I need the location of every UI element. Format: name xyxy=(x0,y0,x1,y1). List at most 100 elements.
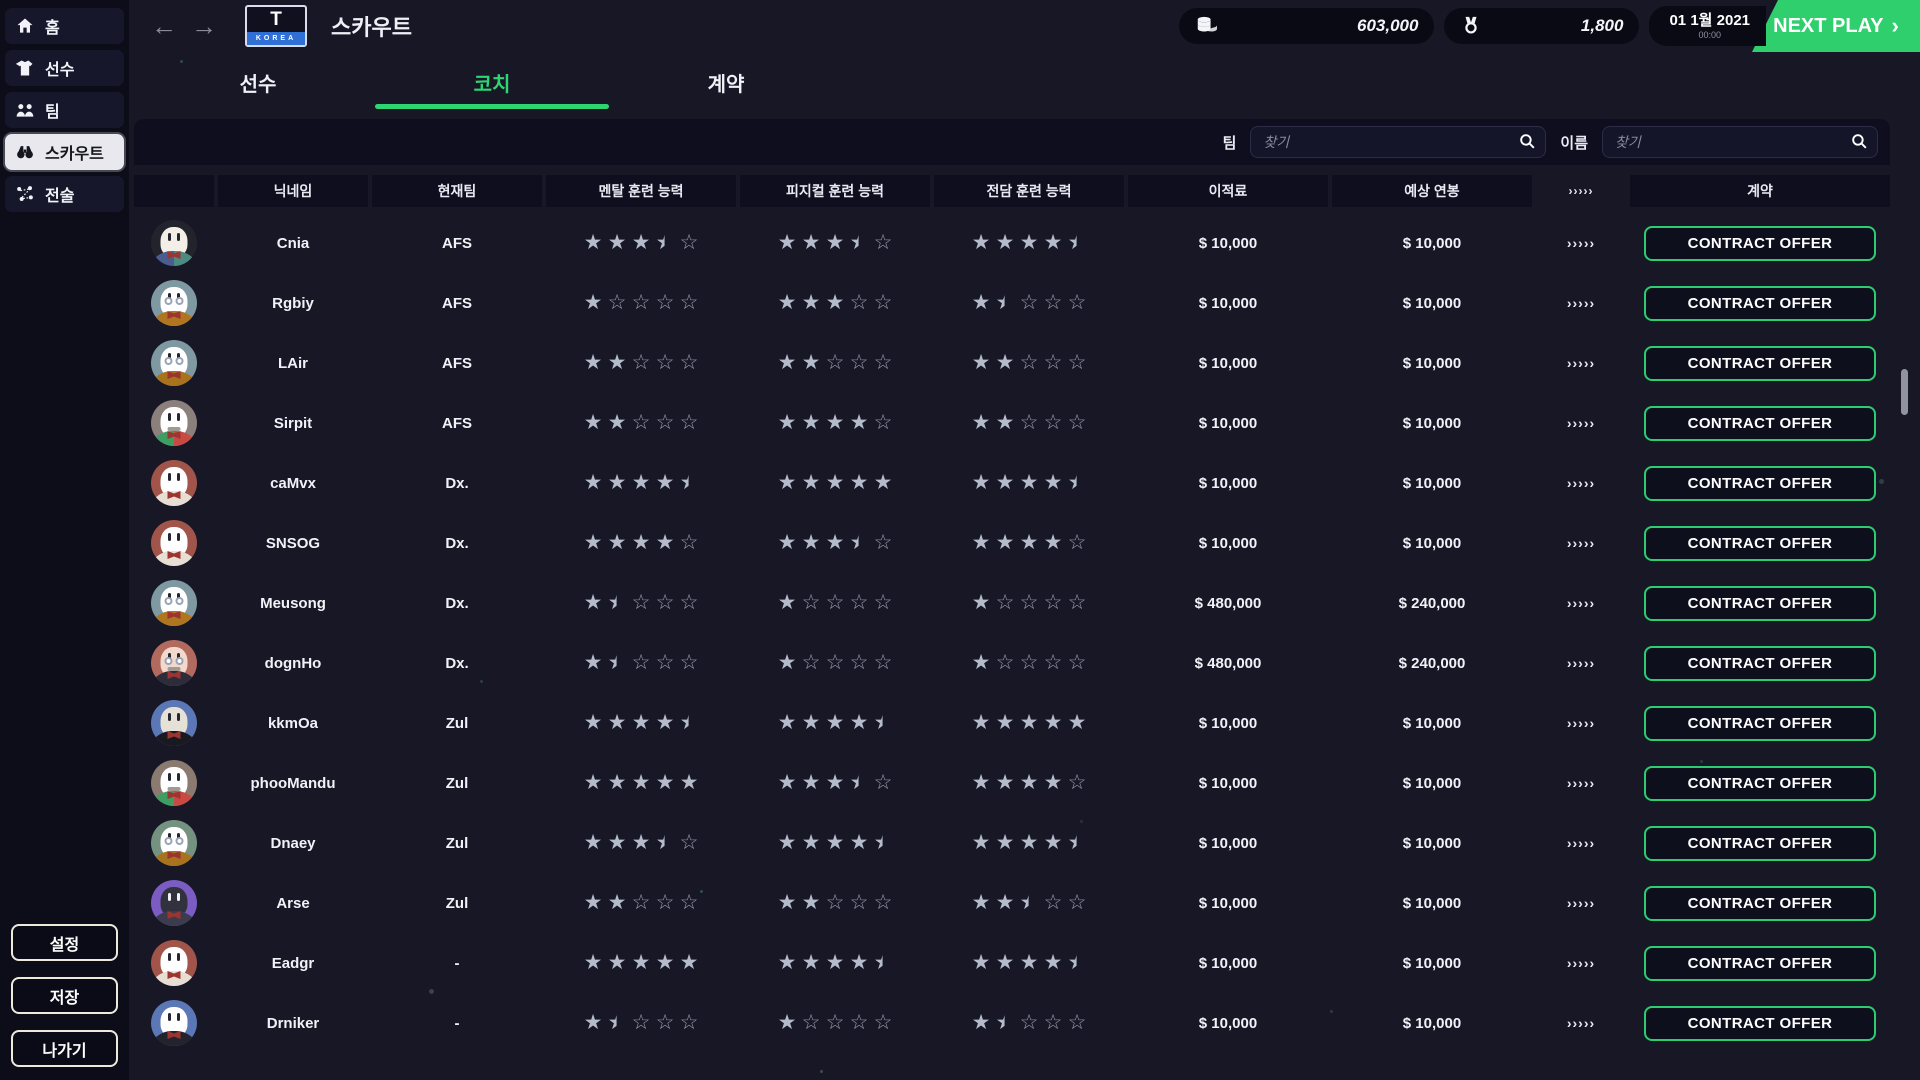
star-full-icon: ★ xyxy=(655,531,676,555)
contract-offer-button[interactable]: CONTRACT OFFER xyxy=(1644,1006,1876,1041)
settings-button[interactable]: 설정 xyxy=(11,924,118,961)
name-search-label: 이름 xyxy=(1560,132,1588,153)
contract-offer-button[interactable]: CONTRACT OFFER xyxy=(1644,226,1876,261)
star-full-icon: ★ xyxy=(583,771,604,795)
coach-name: SNSOG xyxy=(218,535,368,552)
contract-offer-button[interactable]: CONTRACT OFFER xyxy=(1644,946,1876,981)
star-full-icon: ★ xyxy=(971,771,992,795)
tab-coach[interactable]: 코치 xyxy=(375,68,609,109)
table-row: dognHoDx.★★☆☆☆★☆☆☆☆★☆☆☆☆$ 480,000$ 240,0… xyxy=(134,633,1890,693)
avatar-eye xyxy=(168,893,171,901)
star-empty-icon: ☆ xyxy=(873,411,894,435)
row-chevrons: ››››› xyxy=(1536,895,1626,911)
star-empty-icon: ☆ xyxy=(679,1011,700,1035)
star-full-icon: ★ xyxy=(631,951,652,975)
next-play-button[interactable]: NEXT PLAY › xyxy=(1752,0,1920,52)
star-full-icon: ★ xyxy=(607,951,628,975)
sidebar-item-label: 스카우트 xyxy=(45,140,104,164)
contract-offer-button[interactable]: CONTRACT OFFER xyxy=(1644,646,1876,681)
contract-offer-button[interactable]: CONTRACT OFFER xyxy=(1644,586,1876,621)
save-button[interactable]: 저장 xyxy=(11,977,118,1014)
star-empty-icon: ☆ xyxy=(679,351,700,375)
team-search-input[interactable] xyxy=(1250,126,1546,158)
contract-offer-button[interactable]: CONTRACT OFFER xyxy=(1644,526,1876,561)
tab-contracts[interactable]: 계약 xyxy=(609,68,843,109)
header-mental: 멘탈 훈련 능력 xyxy=(546,175,736,207)
search-icon[interactable] xyxy=(1518,132,1537,151)
star-full-icon: ★ xyxy=(971,471,992,495)
star-empty-icon: ☆ xyxy=(849,351,870,375)
contract-offer-button[interactable]: CONTRACT OFFER xyxy=(1644,286,1876,321)
contract-offer-button[interactable]: CONTRACT OFFER xyxy=(1644,466,1876,501)
sidebar-item-team[interactable]: 팀 xyxy=(5,92,124,128)
mental-stars: ★★☆☆☆ xyxy=(546,1011,736,1035)
current-team: - xyxy=(372,955,542,972)
contract-offer-button[interactable]: CONTRACT OFFER xyxy=(1644,766,1876,801)
avatar xyxy=(151,880,197,926)
sidebar-item-tactics[interactable]: 전술 xyxy=(5,176,124,212)
star-empty-icon: ☆ xyxy=(1067,411,1088,435)
star-full-icon: ★ xyxy=(631,831,652,855)
transfer-fee: $ 10,000 xyxy=(1128,775,1328,792)
glasses-icon xyxy=(165,837,184,845)
sidebar-item-scout[interactable]: 스카우트 xyxy=(5,134,124,170)
dedicated-stars: ★★☆☆☆ xyxy=(934,351,1124,375)
star-full-icon: ★ xyxy=(679,771,700,795)
contract-offer-button[interactable]: CONTRACT OFFER xyxy=(1644,826,1876,861)
star-empty-icon: ☆ xyxy=(801,651,822,675)
star-full-icon: ★ xyxy=(777,351,798,375)
physical-stars: ★★★★★ xyxy=(740,711,930,735)
star-empty-icon: ☆ xyxy=(679,831,700,855)
contract-offer-button[interactable]: CONTRACT OFFER xyxy=(1644,706,1876,741)
row-chevrons: ››››› xyxy=(1536,595,1626,611)
star-full-icon: ★ xyxy=(777,471,798,495)
sidebar-item-home[interactable]: 홈 xyxy=(5,8,124,44)
star-empty-icon: ☆ xyxy=(1019,411,1040,435)
star-full-icon: ★ xyxy=(583,291,604,315)
current-team: Dx. xyxy=(372,535,542,552)
team-icon xyxy=(15,100,35,120)
search-icon[interactable] xyxy=(1850,132,1869,151)
star-empty-icon: ☆ xyxy=(679,891,700,915)
name-search-input[interactable] xyxy=(1602,126,1878,158)
avatar-body xyxy=(151,431,197,446)
star-full-icon: ★ xyxy=(607,231,628,255)
physical-stars: ★★☆☆☆ xyxy=(740,891,930,915)
star-empty-icon: ☆ xyxy=(825,891,846,915)
coach-name: Eadgr xyxy=(218,955,368,972)
tab-bar: 선수 코치 계약 xyxy=(141,68,1920,109)
forward-arrow-icon[interactable]: → xyxy=(191,13,217,39)
star-full-icon: ★ xyxy=(583,951,604,975)
glasses-icon xyxy=(165,657,184,665)
row-chevrons: ››››› xyxy=(1536,655,1626,671)
back-arrow-icon[interactable]: ← xyxy=(151,13,177,39)
topbar-right: 603,000 1,800 01 1월 2021 00:00 NEXT PLAY… xyxy=(1179,0,1920,52)
scrollbar-thumb[interactable] xyxy=(1901,369,1908,415)
star-empty-icon: ☆ xyxy=(655,651,676,675)
contract-offer-button[interactable]: CONTRACT OFFER xyxy=(1644,406,1876,441)
mental-stars: ★★★★★ xyxy=(546,771,736,795)
tab-players[interactable]: 선수 xyxy=(141,68,375,109)
dedicated-stars: ★★☆☆☆ xyxy=(934,411,1124,435)
avatar xyxy=(151,460,197,506)
expected-salary: $ 10,000 xyxy=(1332,295,1532,312)
star-half-icon: ★ xyxy=(849,231,870,255)
sidebar: 홈 선수 팀 스카우트 전술 설정 저장 나가기 xyxy=(0,0,129,1080)
star-full-icon: ★ xyxy=(995,231,1016,255)
star-full-icon: ★ xyxy=(777,231,798,255)
physical-stars: ★★☆☆☆ xyxy=(740,351,930,375)
contract-offer-button[interactable]: CONTRACT OFFER xyxy=(1644,346,1876,381)
star-full-icon: ★ xyxy=(825,231,846,255)
main-area: ← → T KOREA 스카우트 603,000 1,800 01 1월 202… xyxy=(129,0,1920,1080)
header-contract: 계약 xyxy=(1630,175,1890,207)
mental-stars: ★★★★★ xyxy=(546,711,736,735)
sidebar-item-players[interactable]: 선수 xyxy=(5,50,124,86)
star-empty-icon: ☆ xyxy=(1043,411,1064,435)
star-full-icon: ★ xyxy=(971,231,992,255)
star-full-icon: ★ xyxy=(801,471,822,495)
coach-name: kkmOa xyxy=(218,715,368,732)
transfer-fee: $ 480,000 xyxy=(1128,655,1328,672)
contract-offer-button[interactable]: CONTRACT OFFER xyxy=(1644,886,1876,921)
table-row: DnaeyZul★★★★☆★★★★★★★★★★$ 10,000$ 10,000›… xyxy=(134,813,1890,873)
exit-button[interactable]: 나가기 xyxy=(11,1030,118,1067)
